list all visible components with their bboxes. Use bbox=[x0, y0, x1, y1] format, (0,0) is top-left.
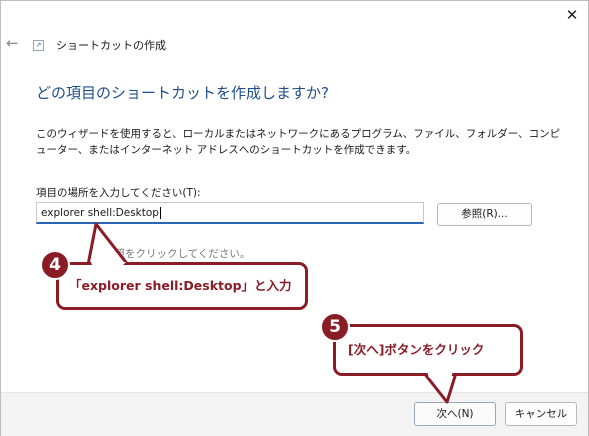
step5-pointer-cover bbox=[427, 371, 453, 378]
step5-badge: 5 bbox=[320, 312, 350, 342]
